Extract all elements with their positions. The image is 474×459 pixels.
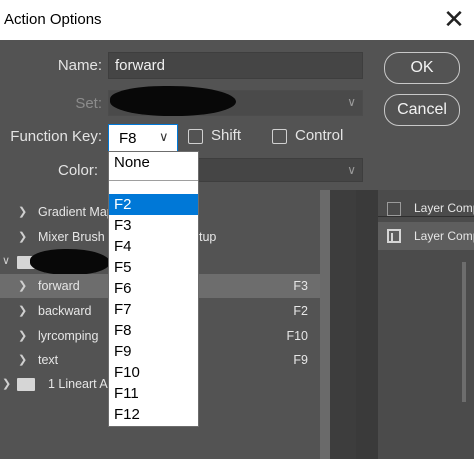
action-row-label: lyrcomping [38, 329, 99, 343]
chevron-right-icon[interactable]: ❯ [18, 205, 27, 218]
dropdown-option[interactable]: F3 [109, 215, 198, 236]
ok-button[interactable]: OK [384, 52, 460, 84]
dropdown-separator [109, 180, 198, 181]
action-row-key: F10 [286, 329, 308, 343]
dropdown-option[interactable]: F4 [109, 236, 198, 257]
dialog-title: Action Options [4, 11, 102, 28]
chevron-right-icon[interactable]: ❯ [18, 353, 27, 366]
shift-checkbox[interactable] [188, 129, 203, 144]
color-label: Color: [57, 162, 98, 179]
chevron-down-icon[interactable]: ∨ [2, 254, 10, 267]
chevron-down-icon: ∨ [159, 129, 169, 144]
layer-comp-row[interactable]: Layer Comp [378, 194, 474, 222]
action-row-label: text [38, 353, 59, 367]
action-set-label: 1 Lineart Al [48, 377, 111, 391]
layer-comps-scrollbar[interactable] [462, 262, 466, 402]
dropdown-option[interactable]: F12 [109, 404, 198, 425]
panel-divider [330, 190, 356, 459]
close-icon[interactable]: ✕ [441, 6, 467, 32]
name-label: Name: [57, 57, 102, 74]
function-key-label: Function Key: [10, 128, 102, 145]
set-label: Set: [75, 95, 102, 112]
action-row-key: F3 [293, 279, 308, 293]
chevron-right-icon[interactable]: ❯ [18, 279, 27, 292]
dropdown-option[interactable]: F9 [109, 341, 198, 362]
redaction-scribble [30, 249, 110, 275]
function-key-dropdown: None F2 F3 F4 F5 F6 F7 F8 F9 F10 F11 F12 [108, 151, 199, 427]
row-divider [378, 216, 474, 217]
action-row-label-tail: tup [199, 230, 217, 244]
layer-comp-checkbox[interactable] [387, 202, 401, 216]
dropdown-option-none[interactable]: None [109, 152, 198, 174]
layer-comp-label: Layer Comp [414, 229, 474, 243]
dropdown-option[interactable]: F5 [109, 257, 198, 278]
action-row-key: F2 [293, 304, 308, 318]
color-select[interactable]: ∨ [180, 158, 363, 182]
dropdown-option[interactable]: F10 [109, 362, 198, 383]
dropdown-option[interactable]: F8 [109, 320, 198, 341]
dropdown-option[interactable]: F2 [109, 194, 198, 215]
dropdown-option[interactable]: F6 [109, 278, 198, 299]
action-row-key: F9 [293, 353, 308, 367]
redaction-scribble [110, 86, 236, 116]
chevron-right-icon[interactable]: ❯ [18, 304, 27, 317]
function-key-value: F8 [119, 130, 137, 147]
layer-comp-label: Layer Comp [414, 201, 474, 215]
dropdown-option[interactable]: F7 [109, 299, 198, 320]
dropdown-option[interactable]: F11 [109, 383, 198, 404]
control-label: Control [295, 127, 344, 144]
folder-icon [17, 378, 35, 391]
document-icon[interactable] [387, 229, 401, 243]
chevron-right-icon[interactable]: ❯ [18, 230, 27, 243]
action-row-label: forward [38, 279, 80, 293]
layer-comp-row[interactable]: Layer Comp [378, 222, 474, 250]
name-field[interactable]: forward [108, 52, 363, 79]
chevron-right-icon[interactable]: ❯ [18, 329, 27, 342]
function-key-select[interactable]: F8 ∨ [108, 124, 178, 152]
action-row-label: backward [38, 304, 92, 318]
shift-label: Shift [211, 127, 242, 144]
dialog-titlebar: Action Options ✕ [0, 0, 474, 40]
chevron-down-icon: ∨ [347, 95, 356, 109]
cancel-button[interactable]: Cancel [384, 94, 460, 126]
control-checkbox[interactable] [272, 129, 287, 144]
name-value: forward [115, 57, 166, 74]
actions-scrollbar[interactable] [320, 190, 330, 459]
action-row-label: Mixer Brush [38, 230, 105, 244]
action-row-label: Gradient Map [38, 205, 114, 219]
chevron-right-icon[interactable]: ❯ [2, 377, 11, 390]
chevron-down-icon: ∨ [347, 163, 356, 177]
